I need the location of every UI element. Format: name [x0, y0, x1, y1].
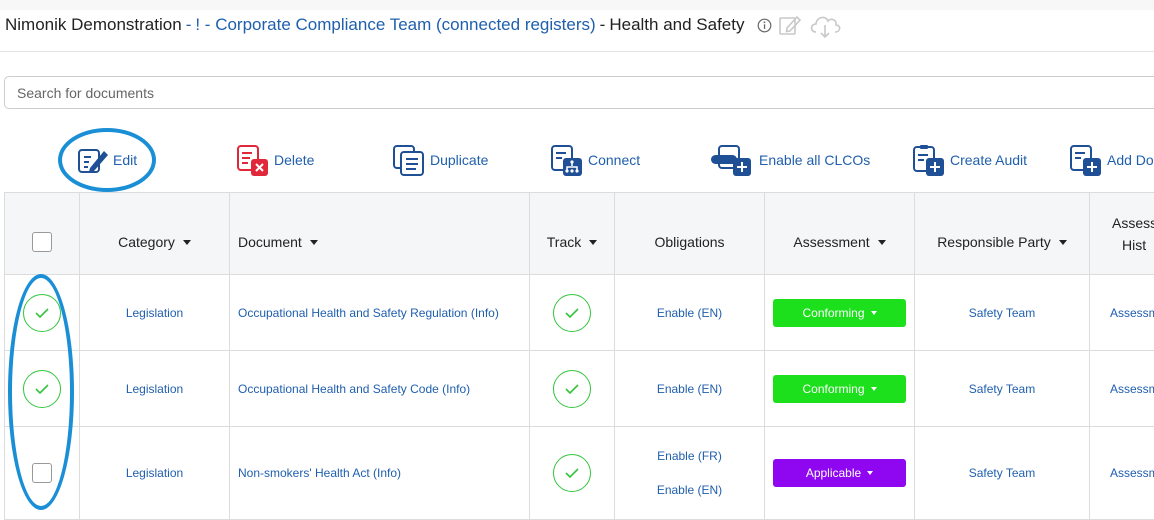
- edit-icon: [77, 144, 109, 176]
- assessment-dropdown[interactable]: Conforming: [773, 299, 906, 327]
- obligation-enable-link[interactable]: Enable (EN): [657, 483, 722, 497]
- column-header-track[interactable]: Track: [530, 193, 615, 275]
- row-selected-check-icon[interactable]: [23, 294, 61, 332]
- category-cell[interactable]: Legislation: [80, 351, 230, 427]
- add-document-button[interactable]: Add Doc: [1069, 140, 1154, 180]
- edit-button[interactable]: Edit: [77, 140, 137, 180]
- duplicate-button[interactable]: Duplicate: [392, 140, 488, 180]
- edit-label: Edit: [113, 152, 137, 168]
- breadcrumb-root[interactable]: Nimonik Demonstration: [5, 15, 182, 35]
- assessment-dropdown[interactable]: Conforming: [773, 375, 906, 403]
- cloud-download-icon[interactable]: [808, 11, 842, 39]
- track-cell: [530, 275, 615, 351]
- connect-icon: [550, 143, 584, 177]
- assessment-cell: Applicable: [765, 427, 915, 520]
- top-strip: [0, 0, 1154, 10]
- responsible-party-cell[interactable]: Safety Team: [915, 351, 1090, 427]
- obligation-enable-link[interactable]: Enable (EN): [657, 382, 722, 396]
- obligation-enable-link[interactable]: Enable (FR): [657, 449, 722, 463]
- header-divider: [0, 51, 1154, 52]
- search-input[interactable]: [4, 76, 1154, 109]
- row-select-cell: [5, 427, 80, 520]
- connect-label: Connect: [588, 152, 640, 168]
- add-document-label: Add Doc: [1107, 152, 1154, 168]
- enable-clcos-icon: [709, 143, 755, 177]
- assessment-dropdown[interactable]: Applicable: [773, 459, 906, 487]
- enable-all-clcos-label: Enable all CLCOs: [759, 152, 870, 168]
- row-selected-check-icon[interactable]: [23, 370, 61, 408]
- breadcrumb-current: Health and Safety: [609, 15, 744, 35]
- create-audit-icon: [912, 143, 946, 177]
- column-header-document[interactable]: Document: [230, 193, 530, 275]
- document-link[interactable]: Occupational Health and Safety Regulatio…: [230, 275, 530, 351]
- track-cell: [530, 351, 615, 427]
- column-header-category[interactable]: Category: [80, 193, 230, 275]
- breadcrumb-parent-link[interactable]: ! - Corporate Compliance Team (connected…: [195, 15, 595, 35]
- toolbar: Edit Delete Duplicate Connect Enable all…: [0, 140, 1154, 180]
- assessment-cell: Conforming: [765, 275, 915, 351]
- select-all-header: [5, 193, 80, 275]
- table-row[interactable]: Legislation Occupational Health and Safe…: [5, 351, 1154, 427]
- column-header-obligations: Obligations: [615, 193, 765, 275]
- column-header-assessment-history[interactable]: AssessHist: [1090, 193, 1154, 275]
- sort-caret-icon: [310, 240, 318, 245]
- add-document-icon: [1069, 143, 1103, 177]
- obligations-cell: Enable (FR) Enable (EN): [615, 427, 765, 520]
- track-check-icon[interactable]: [553, 370, 591, 408]
- row-checkbox[interactable]: [32, 463, 52, 483]
- category-cell[interactable]: Legislation: [80, 275, 230, 351]
- enable-all-clcos-button[interactable]: Enable all CLCOs: [709, 140, 870, 180]
- create-audit-label: Create Audit: [950, 152, 1027, 168]
- responsible-party-cell[interactable]: Safety Team: [915, 275, 1090, 351]
- table-header-row: Category Document Track Obligations Asse…: [5, 193, 1154, 275]
- table-row[interactable]: Legislation Non-smokers' Health Act (Inf…: [5, 427, 1154, 520]
- delete-button[interactable]: Delete: [236, 140, 314, 180]
- responsible-party-cell[interactable]: Safety Team: [915, 427, 1090, 520]
- breadcrumb: Nimonik Demonstration - ! - Corporate Co…: [5, 13, 842, 37]
- sort-caret-icon: [589, 240, 597, 245]
- obligation-enable-link[interactable]: Enable (EN): [657, 306, 722, 320]
- delete-label: Delete: [274, 152, 314, 168]
- assessment-history-link[interactable]: Assessm: [1090, 427, 1154, 520]
- assessment-history-link[interactable]: Assessm: [1090, 351, 1154, 427]
- row-select-cell: [5, 275, 80, 351]
- column-header-assessment[interactable]: Assessment: [765, 193, 915, 275]
- delete-icon: [236, 143, 270, 177]
- create-audit-button[interactable]: Create Audit: [912, 140, 1027, 180]
- obligations-cell: Enable (EN): [615, 351, 765, 427]
- obligations-cell: Enable (EN): [615, 275, 765, 351]
- breadcrumb-separator: -: [182, 15, 196, 35]
- column-header-responsible-party[interactable]: Responsible Party: [915, 193, 1090, 275]
- dropdown-caret-icon: [867, 471, 873, 475]
- select-all-checkbox[interactable]: [32, 232, 52, 252]
- assessment-history-link[interactable]: Assessm: [1090, 275, 1154, 351]
- header-icons: [757, 11, 842, 39]
- track-check-icon[interactable]: [553, 454, 591, 492]
- sort-caret-icon: [878, 240, 886, 245]
- sort-caret-icon: [183, 240, 191, 245]
- track-check-icon[interactable]: [553, 294, 591, 332]
- duplicate-icon: [392, 143, 426, 177]
- info-icon[interactable]: [757, 18, 772, 33]
- connect-button[interactable]: Connect: [550, 140, 640, 180]
- pencil-square-icon[interactable]: [778, 13, 802, 37]
- breadcrumb-separator: -: [596, 15, 610, 35]
- category-cell[interactable]: Legislation: [80, 427, 230, 520]
- dropdown-caret-icon: [871, 387, 877, 391]
- dropdown-caret-icon: [871, 311, 877, 315]
- sort-caret-icon: [1059, 240, 1067, 245]
- track-cell: [530, 427, 615, 520]
- table-row[interactable]: Legislation Occupational Health and Safe…: [5, 275, 1154, 351]
- document-link[interactable]: Occupational Health and Safety Code (Inf…: [230, 351, 530, 427]
- duplicate-label: Duplicate: [430, 152, 488, 168]
- document-link[interactable]: Non-smokers' Health Act (Info): [230, 427, 530, 520]
- documents-table: Category Document Track Obligations Asse…: [4, 192, 1154, 520]
- assessment-cell: Conforming: [765, 351, 915, 427]
- row-select-cell: [5, 351, 80, 427]
